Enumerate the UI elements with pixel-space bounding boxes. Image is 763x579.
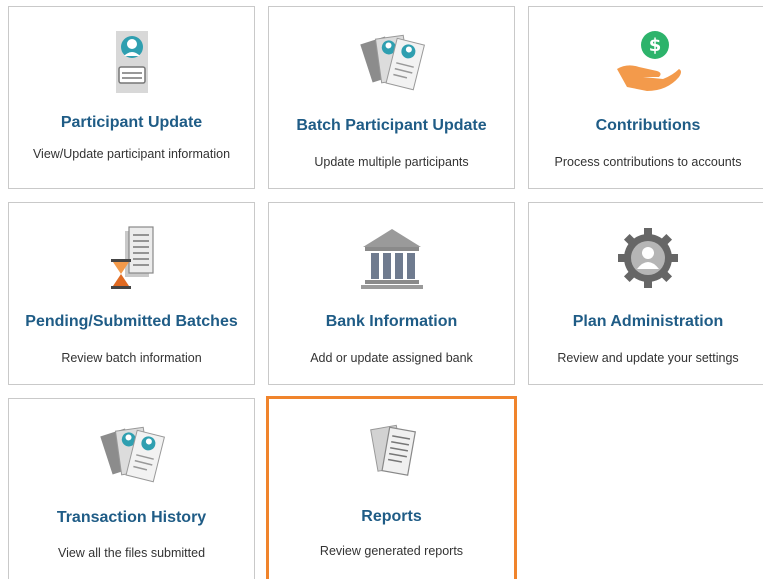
tile-transaction-history[interactable]: Transaction History View all the files s…	[8, 398, 255, 579]
tile-title: Batch Participant Update	[296, 117, 487, 134]
tile-title: Pending/Submitted Batches	[25, 313, 238, 330]
tile-title: Reports	[361, 508, 422, 525]
batch-documents-icon	[357, 29, 427, 95]
tile-title: Contributions	[595, 117, 701, 134]
svg-text:$: $	[649, 35, 662, 56]
gear-user-icon	[613, 225, 683, 291]
tile-description: Add or update assigned bank	[310, 351, 473, 365]
tile-description: Review batch information	[61, 351, 202, 365]
tile-description: Review and update your settings	[557, 351, 739, 365]
participant-card-icon	[97, 29, 167, 95]
tile-description: Process contributions to accounts	[554, 155, 742, 169]
tile-title: Participant Update	[60, 114, 203, 131]
tile-bank-information[interactable]: Bank Information Add or update assigned …	[268, 202, 515, 385]
hand-dollar-icon: $	[613, 29, 683, 95]
tile-reports[interactable]: Reports Review generated reports	[266, 396, 517, 579]
bank-icon	[357, 225, 427, 291]
tile-contributions[interactable]: $ Contributions Process contributions to…	[528, 6, 763, 189]
tile-description: Review generated reports	[319, 544, 464, 558]
history-documents-icon	[97, 421, 167, 487]
tile-title: Bank Information	[325, 313, 458, 330]
tile-plan-administration[interactable]: Plan Administration Review and update yo…	[528, 202, 763, 385]
tile-title: Plan Administration	[572, 313, 724, 330]
reports-icon	[357, 419, 427, 485]
hourglass-document-icon	[97, 225, 167, 291]
tile-pending-submitted-batches[interactable]: Pending/Submitted Batches Review batch i…	[8, 202, 255, 385]
tile-description: View all the files submitted	[57, 546, 206, 560]
tile-description: Update multiple participants	[314, 155, 469, 169]
tile-description: View/Update participant information	[32, 147, 231, 161]
tile-title: Transaction History	[56, 509, 207, 526]
tile-batch-participant-update[interactable]: Batch Participant Update Update multiple…	[268, 6, 515, 189]
tile-participant-update[interactable]: Participant Update View/Update participa…	[8, 6, 255, 189]
